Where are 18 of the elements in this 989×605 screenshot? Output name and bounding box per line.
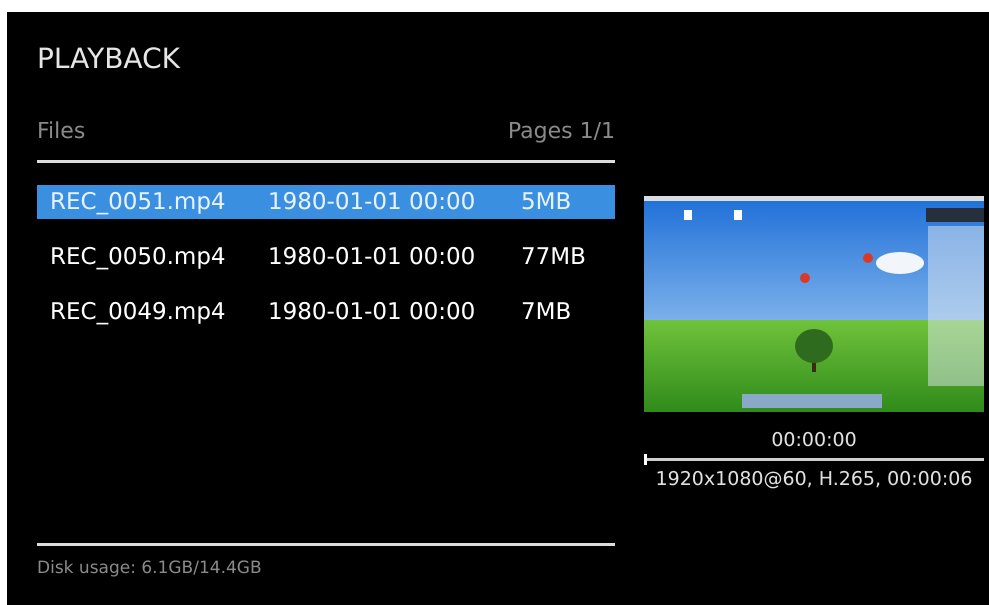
file-row[interactable]: REC_0049.mp4 1980-01-01 00:00 7MB: [37, 295, 615, 329]
file-date: 1980-01-01 00:00: [268, 298, 476, 327]
file-name: REC_0049.mp4: [49, 298, 227, 327]
video-info: 1920x1080@60, H.265, 00:00:06: [656, 467, 972, 492]
page-indicator: Pages 1/1: [508, 118, 615, 146]
files-label: Files: [37, 118, 86, 146]
file-name: REC_0050.mp4: [49, 243, 227, 272]
file-name: REC_0051.mp4: [49, 188, 227, 217]
file-date: 1980-01-01 00:00: [268, 188, 476, 217]
playback-time: 00:00:00: [771, 428, 857, 452]
file-row[interactable]: REC_0050.mp4 1980-01-01 00:00 77MB: [37, 240, 615, 274]
file-size: 5MB: [521, 188, 572, 217]
disk-usage-text: Disk usage: 6.1GB/14.4GB: [37, 557, 262, 580]
screen-title: PLAYBACK: [37, 42, 180, 76]
file-size: 7MB: [521, 298, 572, 327]
file-date: 1980-01-01 00:00: [268, 243, 476, 272]
file-size: 77MB: [521, 243, 586, 272]
progress-thumb[interactable]: [644, 454, 647, 465]
